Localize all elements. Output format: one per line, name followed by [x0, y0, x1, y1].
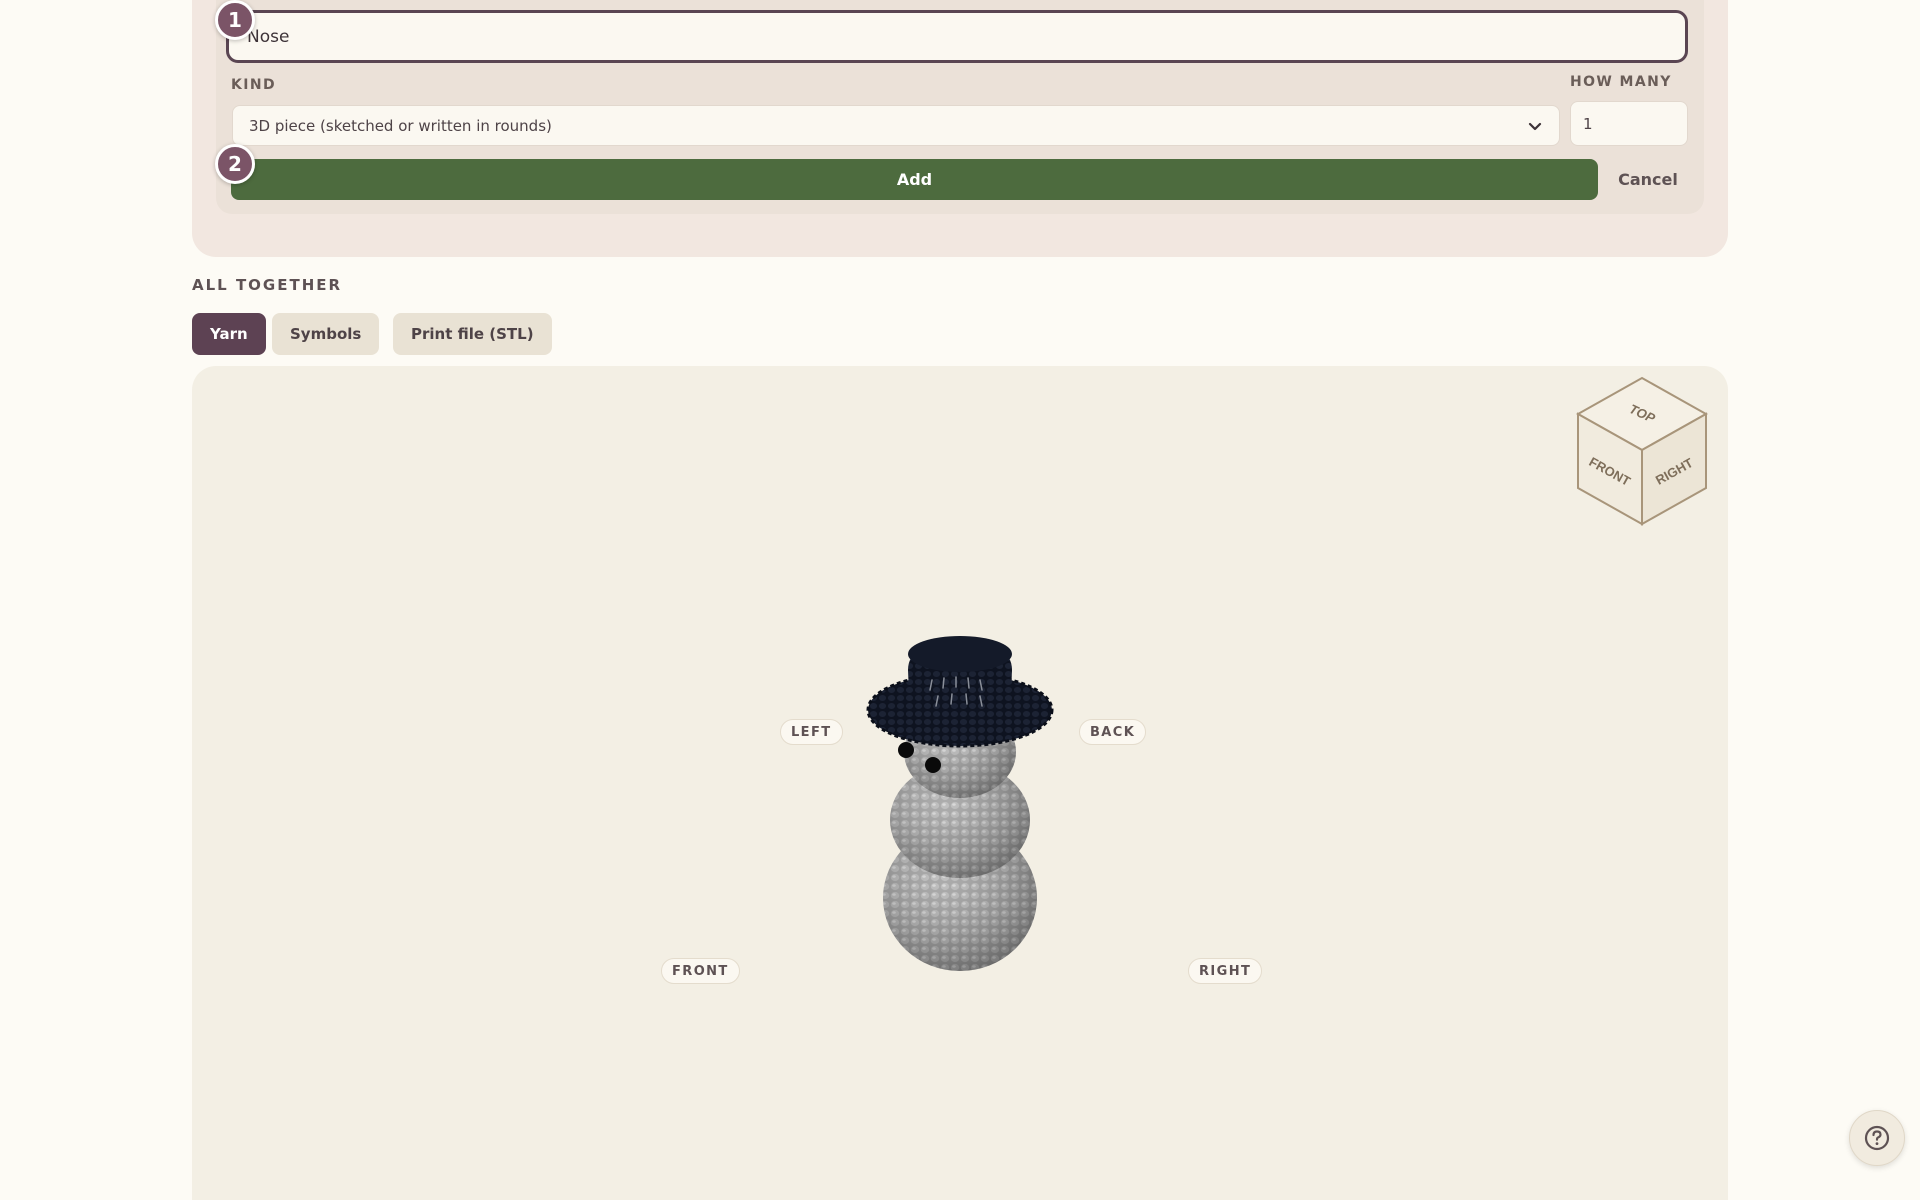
tab-symbols[interactable]: Symbols	[272, 313, 380, 355]
step-badge-1: 1	[215, 0, 255, 40]
help-button[interactable]	[1849, 1110, 1905, 1166]
tab-yarn[interactable]: Yarn	[192, 313, 266, 355]
piece-name-input[interactable]	[226, 10, 1688, 63]
snowman-model[interactable]	[860, 630, 1060, 980]
orientation-cube[interactable]: TOP FRONT RIGHT	[1572, 374, 1712, 530]
view-label-back[interactable]: BACK	[1079, 719, 1147, 745]
quantity-label: HOW MANY	[1570, 74, 1672, 90]
snowman-left-eye	[898, 742, 914, 758]
hat-top	[908, 636, 1012, 672]
snowman-right-eye	[925, 757, 941, 773]
add-button[interactable]: Add	[231, 159, 1598, 200]
kind-select-value: 3D piece (sketched or written in rounds)	[249, 116, 552, 135]
tab-print-file[interactable]: Print file (STL)	[393, 313, 552, 355]
view-label-front[interactable]: FRONT	[661, 958, 740, 984]
kind-label: KIND	[231, 77, 276, 93]
view-label-right[interactable]: RIGHT	[1188, 958, 1263, 984]
page: 1 KIND HOW MANY 3D piece (sketched or wr…	[0, 0, 1920, 1200]
cancel-button[interactable]: Cancel	[1604, 159, 1692, 200]
question-circle-icon	[1864, 1125, 1890, 1151]
view-label-left[interactable]: LEFT	[780, 719, 843, 745]
all-together-title: ALL TOGETHER	[192, 276, 343, 294]
chevron-down-icon	[1528, 122, 1542, 130]
kind-select[interactable]: 3D piece (sketched or written in rounds)	[232, 105, 1560, 146]
step-badge-2: 2	[215, 144, 255, 184]
quantity-input[interactable]	[1570, 101, 1688, 146]
